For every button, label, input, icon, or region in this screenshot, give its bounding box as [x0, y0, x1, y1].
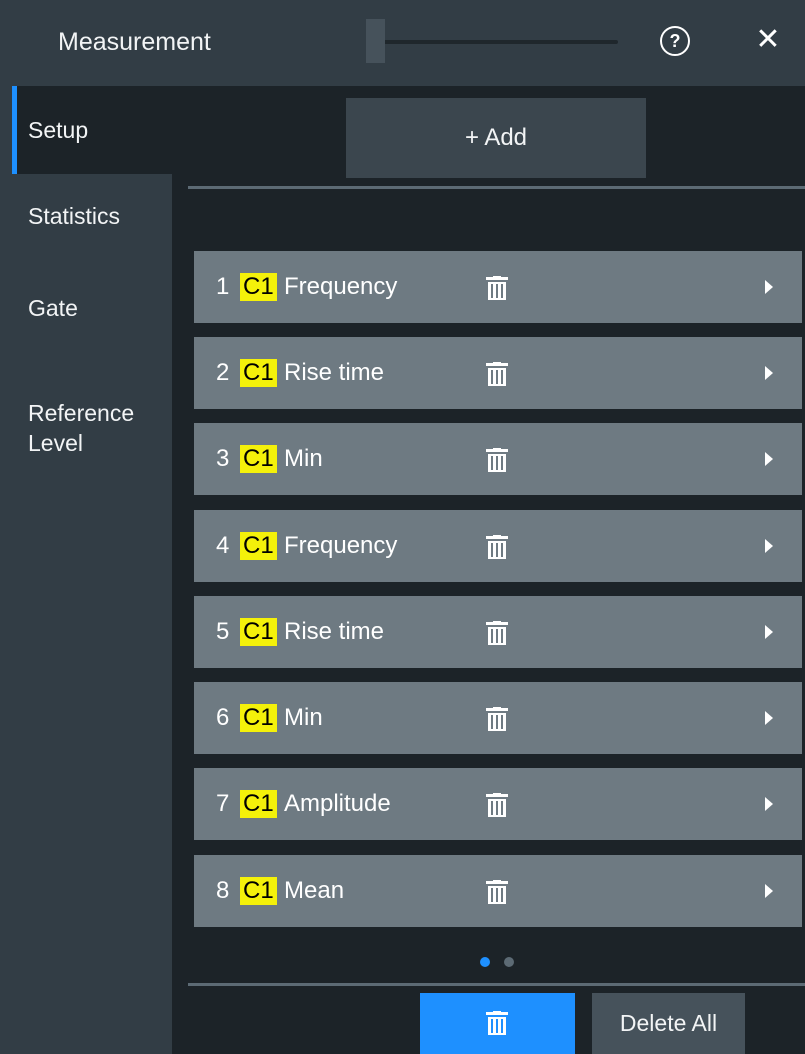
drag-handle[interactable] — [366, 19, 385, 63]
measurement-name: Min — [284, 704, 323, 731]
arrow-right-icon[interactable] — [765, 539, 773, 553]
measurement-name: Rise time — [284, 359, 385, 386]
source-badge: C1 — [240, 273, 277, 301]
close-icon[interactable]: ✕ — [753, 22, 783, 58]
measurement-row[interactable]: 2 C1 Rise time — [194, 337, 802, 409]
measurement-name: Frequency — [284, 273, 398, 300]
trash-icon[interactable] — [486, 448, 508, 472]
drag-track[interactable] — [366, 40, 618, 44]
delete-all-button[interactable]: Delete All — [592, 993, 745, 1054]
measurement-name: Min — [284, 445, 323, 472]
measurement-name: Rise time — [284, 618, 385, 645]
tab-label: Gate — [28, 295, 78, 321]
measurement-row[interactable]: 1 C1 Frequency — [194, 251, 802, 323]
delete-selected-button[interactable] — [420, 993, 575, 1054]
tab-setup[interactable]: Setup — [12, 86, 172, 174]
arrow-right-icon[interactable] — [765, 797, 773, 811]
trash-icon[interactable] — [486, 535, 508, 559]
measurement-number: 7 — [216, 790, 230, 817]
arrow-right-icon[interactable] — [765, 280, 773, 294]
tab-reference-level[interactable]: Reference Level — [12, 368, 172, 456]
measurement-number: 2 — [216, 359, 230, 386]
page-dot-active[interactable] — [480, 957, 490, 967]
arrow-right-icon[interactable] — [765, 625, 773, 639]
measurement-number: 3 — [216, 445, 230, 472]
trash-icon[interactable] — [486, 621, 508, 645]
measurement-row[interactable]: 7 C1 Amplitude — [194, 768, 802, 840]
source-badge: C1 — [240, 532, 277, 560]
page-dot[interactable] — [504, 957, 514, 967]
trash-icon[interactable] — [486, 793, 508, 817]
source-badge: C1 — [240, 618, 277, 646]
measurement-name: Frequency — [284, 532, 398, 559]
tab-label: Setup — [28, 117, 89, 143]
divider — [188, 186, 805, 189]
source-badge: C1 — [240, 445, 277, 473]
tab-gate[interactable]: Gate — [12, 288, 172, 328]
trash-icon — [486, 1011, 508, 1035]
dialog-header: Measurement ? ✕ — [0, 0, 805, 86]
measurement-name: Mean — [284, 877, 345, 904]
source-badge: C1 — [240, 704, 277, 732]
measurement-number: 6 — [216, 704, 230, 731]
tab-label: Statistics — [28, 203, 121, 229]
measurement-number: 5 — [216, 618, 230, 645]
add-button[interactable]: + Add — [346, 98, 646, 178]
source-badge: C1 — [240, 359, 277, 387]
measurement-number: 8 — [216, 877, 230, 904]
measurement-row[interactable]: 4 C1 Frequency — [194, 510, 802, 582]
help-icon[interactable]: ? — [660, 26, 690, 56]
trash-icon[interactable] — [486, 276, 508, 300]
arrow-right-icon[interactable] — [765, 366, 773, 380]
arrow-right-icon[interactable] — [765, 452, 773, 466]
measurement-number: 4 — [216, 532, 230, 559]
trash-icon[interactable] — [486, 707, 508, 731]
trash-icon[interactable] — [486, 880, 508, 904]
trash-icon[interactable] — [486, 362, 508, 386]
arrow-right-icon[interactable] — [765, 711, 773, 725]
measurement-row[interactable]: 6 C1 Min — [194, 682, 802, 754]
measurement-row[interactable]: 3 C1 Min — [194, 423, 802, 495]
measurement-row[interactable]: 8 C1 Mean — [194, 855, 802, 927]
divider — [188, 983, 805, 986]
measurement-name: Amplitude — [284, 790, 391, 817]
source-badge: C1 — [240, 877, 277, 905]
dialog-title: Measurement — [58, 28, 211, 56]
measurement-number: 1 — [216, 273, 230, 300]
tab-statistics[interactable]: Statistics — [12, 196, 172, 236]
measurement-row[interactable]: 5 C1 Rise time — [194, 596, 802, 668]
arrow-right-icon[interactable] — [765, 884, 773, 898]
source-badge: C1 — [240, 790, 277, 818]
